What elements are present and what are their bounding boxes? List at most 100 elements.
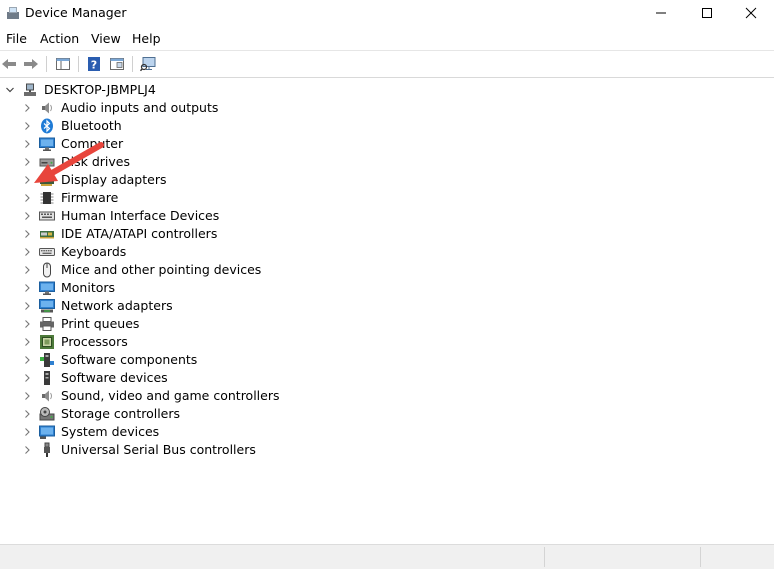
status-bar bbox=[0, 544, 774, 569]
usb-icon bbox=[39, 442, 55, 458]
chevron-right-icon[interactable] bbox=[21, 387, 33, 405]
toolbar-separator bbox=[46, 56, 47, 72]
device-category-print-queues[interactable]: Print queues bbox=[21, 315, 139, 333]
device-category-network-adapters[interactable]: Network adapters bbox=[21, 297, 173, 315]
device-category-label: Software components bbox=[61, 352, 198, 367]
chevron-right-icon[interactable] bbox=[21, 369, 33, 387]
chevron-right-icon[interactable] bbox=[21, 315, 33, 333]
device-category-keyboards[interactable]: Keyboards bbox=[21, 243, 126, 261]
menu-help[interactable]: Help bbox=[132, 31, 161, 46]
chevron-right-icon[interactable] bbox=[21, 297, 33, 315]
hid-keyboard-icon bbox=[39, 208, 55, 224]
device-category-label: Storage controllers bbox=[61, 406, 181, 421]
device-category-software-devices[interactable]: Software devices bbox=[21, 369, 168, 387]
chevron-right-icon[interactable] bbox=[21, 171, 33, 189]
menu-view[interactable]: View bbox=[91, 31, 121, 46]
device-category-storage-controllers[interactable]: Storage controllers bbox=[21, 405, 180, 423]
device-tree: DESKTOP-JBMPLJ4 Audio inputs and outputs… bbox=[0, 78, 774, 542]
device-category-system-devices[interactable]: System devices bbox=[21, 423, 159, 441]
maximize-button[interactable] bbox=[684, 0, 730, 26]
device-category-label: Sound, video and game controllers bbox=[61, 388, 280, 403]
chevron-right-icon[interactable] bbox=[21, 243, 33, 261]
device-category-label: Processors bbox=[61, 334, 128, 349]
minimize-button[interactable] bbox=[638, 0, 684, 26]
computer-root-icon bbox=[22, 82, 38, 98]
device-category-universal-serial-bus-controllers[interactable]: Universal Serial Bus controllers bbox=[21, 441, 256, 459]
computer-name: DESKTOP-JBMPLJ4 bbox=[44, 82, 156, 97]
menu-file[interactable]: File bbox=[6, 31, 27, 46]
keyboard-icon bbox=[39, 244, 55, 260]
chevron-right-icon[interactable] bbox=[21, 405, 33, 423]
sound-controller-icon bbox=[39, 388, 55, 404]
software-component-icon bbox=[39, 352, 55, 368]
chevron-right-icon[interactable] bbox=[21, 153, 33, 171]
window-title: Device Manager bbox=[25, 5, 127, 20]
system-devices-icon bbox=[39, 424, 55, 440]
device-category-monitors[interactable]: Monitors bbox=[21, 279, 115, 297]
help-button[interactable]: ? bbox=[85, 55, 103, 73]
ide-controller-icon bbox=[39, 226, 55, 242]
forward-arrow-icon bbox=[24, 59, 38, 69]
device-category-disk-drives[interactable]: Disk drives bbox=[21, 153, 130, 171]
chevron-right-icon[interactable] bbox=[21, 423, 33, 441]
device-category-label: Firmware bbox=[61, 190, 119, 205]
menu-action[interactable]: Action bbox=[40, 31, 79, 46]
chevron-right-icon[interactable] bbox=[21, 225, 33, 243]
back-button[interactable] bbox=[0, 55, 18, 73]
device-category-label: Monitors bbox=[61, 280, 116, 295]
chevron-right-icon[interactable] bbox=[21, 261, 33, 279]
maximize-icon bbox=[702, 8, 712, 18]
chevron-right-icon[interactable] bbox=[21, 351, 33, 369]
device-category-label: System devices bbox=[61, 424, 160, 439]
scan-hardware-button[interactable] bbox=[139, 55, 157, 73]
chevron-right-icon[interactable] bbox=[21, 135, 33, 153]
device-category-label: IDE ATA/ATAPI controllers bbox=[61, 226, 218, 241]
speaker-icon bbox=[39, 100, 55, 116]
device-category-label: Computer bbox=[61, 136, 124, 151]
chevron-right-icon[interactable] bbox=[21, 333, 33, 351]
scan-hardware-icon bbox=[140, 57, 156, 72]
device-category-software-components[interactable]: Software components bbox=[21, 351, 197, 369]
chevron-right-icon[interactable] bbox=[21, 207, 33, 225]
chevron-right-icon[interactable] bbox=[21, 279, 33, 297]
chevron-right-icon[interactable] bbox=[21, 189, 33, 207]
mouse-icon bbox=[39, 262, 55, 278]
device-category-bluetooth[interactable]: Bluetooth bbox=[21, 117, 122, 135]
device-category-ide-ata-atapi-controllers[interactable]: IDE ATA/ATAPI controllers bbox=[21, 225, 217, 243]
console-tree-button[interactable] bbox=[54, 55, 72, 73]
device-category-sound-video-and-game-controllers[interactable]: Sound, video and game controllers bbox=[21, 387, 280, 405]
toolbar-separator bbox=[132, 56, 133, 72]
device-category-display-adapters[interactable]: Display adapters bbox=[21, 171, 166, 189]
device-category-label: Display adapters bbox=[61, 172, 167, 187]
device-category-firmware[interactable]: Firmware bbox=[21, 189, 118, 207]
printer-icon bbox=[39, 316, 55, 332]
forward-button[interactable] bbox=[22, 55, 40, 73]
menu-bar: File Action View Help bbox=[0, 28, 774, 50]
network-adapter-icon bbox=[39, 298, 55, 314]
svg-text:?: ? bbox=[91, 59, 97, 72]
device-category-label: Universal Serial Bus controllers bbox=[61, 442, 256, 457]
device-category-label: Print queues bbox=[61, 316, 140, 331]
chevron-right-icon[interactable] bbox=[21, 441, 33, 459]
chevron-down-icon[interactable] bbox=[4, 81, 16, 99]
device-category-processors[interactable]: Processors bbox=[21, 333, 128, 351]
chevron-right-icon[interactable] bbox=[21, 117, 33, 135]
show-hide-console-tree-icon bbox=[56, 58, 70, 70]
chevron-right-icon[interactable] bbox=[21, 99, 33, 117]
device-category-label: Keyboards bbox=[61, 244, 127, 259]
properties-button[interactable] bbox=[108, 55, 126, 73]
device-category-label: Disk drives bbox=[61, 154, 130, 169]
minimize-icon bbox=[656, 12, 666, 14]
device-category-label: Human Interface Devices bbox=[61, 208, 220, 223]
device-category-label: Audio inputs and outputs bbox=[61, 100, 219, 115]
close-button[interactable] bbox=[728, 0, 774, 26]
tree-root-node[interactable]: DESKTOP-JBMPLJ4 bbox=[4, 81, 156, 99]
device-category-label: Bluetooth bbox=[61, 118, 122, 133]
device-category-label: Network adapters bbox=[61, 298, 173, 313]
device-category-mice-and-other-pointing-devices[interactable]: Mice and other pointing devices bbox=[21, 261, 261, 279]
device-category-human-interface-devices[interactable]: Human Interface Devices bbox=[21, 207, 219, 225]
device-category-audio-inputs-and-outputs[interactable]: Audio inputs and outputs bbox=[21, 99, 218, 117]
disk-drive-icon bbox=[39, 154, 55, 170]
device-category-computer[interactable]: Computer bbox=[21, 135, 123, 153]
toolbar: ? bbox=[0, 50, 774, 78]
